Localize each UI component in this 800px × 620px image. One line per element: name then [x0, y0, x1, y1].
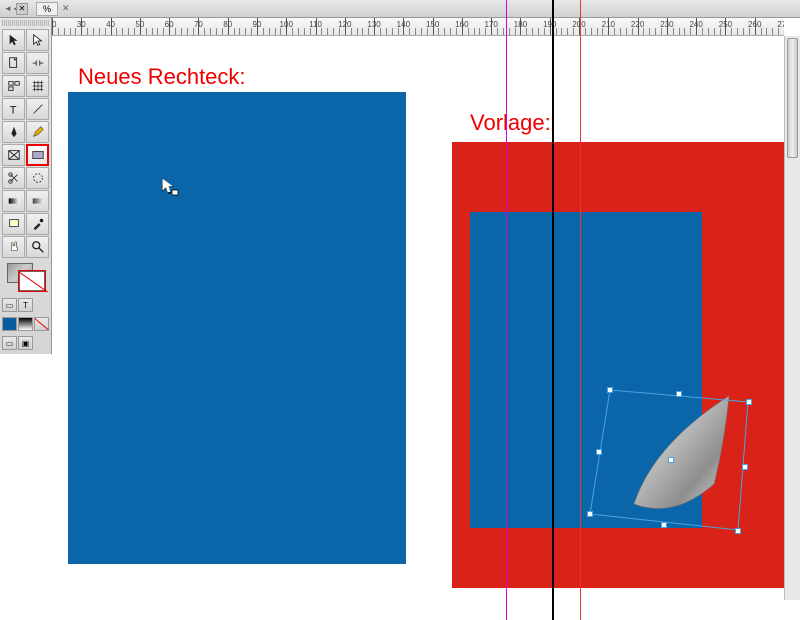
frame-tool[interactable]	[2, 144, 25, 166]
pencil-tool[interactable]	[26, 121, 49, 143]
vertical-scrollbar[interactable]	[784, 36, 800, 600]
pen-tool[interactable]	[2, 121, 25, 143]
panel-grip[interactable]	[2, 20, 49, 26]
selection-handle[interactable]	[668, 457, 674, 463]
scissors-tool[interactable]	[2, 167, 25, 189]
annotation-new-rect: Neues Rechteck:	[78, 64, 246, 90]
new-rectangle-shape[interactable]	[68, 92, 406, 564]
rectangle-tool[interactable]	[26, 144, 49, 166]
horizontal-ruler[interactable]: 2030405060708090100110120130140150160170…	[52, 18, 784, 36]
toolbox-panel: T ▭ T ▭ ▣	[0, 18, 52, 354]
selection-handle[interactable]	[587, 511, 593, 517]
type-tool[interactable]: T	[2, 98, 25, 120]
selection-tool[interactable]	[2, 29, 25, 51]
stroke-color[interactable]	[19, 271, 45, 291]
apply-gradient-icon[interactable]	[18, 317, 33, 331]
zoom-tab[interactable]: %	[36, 2, 58, 16]
apply-none-icon[interactable]	[34, 317, 49, 331]
selection-handle[interactable]	[742, 464, 748, 470]
content-tool[interactable]	[2, 75, 25, 97]
gradient-feather-tool[interactable]	[26, 190, 49, 212]
selection-handle[interactable]	[607, 387, 613, 393]
document-tab-bar: ◄◄ ✕ % ✕	[0, 0, 800, 18]
formatting-text-icon[interactable]: T	[18, 298, 33, 312]
fill-stroke-swatch[interactable]	[7, 263, 45, 291]
selection-handle[interactable]	[746, 399, 752, 405]
tab-prev-icon[interactable]: ◄◄	[4, 4, 14, 14]
screen-mode-normal-icon[interactable]: ▭	[2, 336, 17, 350]
scrollbar-thumb[interactable]	[787, 38, 798, 158]
svg-text:T: T	[9, 104, 16, 116]
screen-mode-preview-icon[interactable]: ▣	[18, 336, 33, 350]
free-transform-tool[interactable]	[26, 167, 49, 189]
note-tool[interactable]	[2, 213, 25, 235]
grid-tool[interactable]	[26, 75, 49, 97]
eyedropper-tool[interactable]	[26, 213, 49, 235]
selection-handle[interactable]	[596, 449, 602, 455]
hand-tool[interactable]	[2, 236, 25, 258]
gap-tool[interactable]	[26, 52, 49, 74]
apply-color-icon[interactable]	[2, 317, 17, 331]
direct-selection-tool[interactable]	[26, 29, 49, 51]
gradient-swatch-tool[interactable]	[2, 190, 25, 212]
tab-close-icon[interactable]: ✕	[16, 3, 28, 15]
page-tool[interactable]	[2, 52, 25, 74]
canvas-area[interactable]: Neues Rechteck: Vorlage:	[52, 36, 784, 600]
guide-spine[interactable]	[552, 0, 554, 620]
formatting-container-icon[interactable]: ▭	[2, 298, 17, 312]
guide-magenta[interactable]	[506, 0, 507, 620]
line-tool[interactable]	[26, 98, 49, 120]
guide-bleed[interactable]	[580, 0, 581, 620]
annotation-template: Vorlage:	[470, 110, 551, 136]
selection-handle[interactable]	[676, 391, 682, 397]
page-curl-shape[interactable]	[574, 384, 754, 544]
zoom-tool[interactable]	[26, 236, 49, 258]
selection-handle[interactable]	[661, 522, 667, 528]
selection-handle[interactable]	[735, 528, 741, 534]
zoom-tab-close-icon[interactable]: ✕	[62, 3, 70, 14]
